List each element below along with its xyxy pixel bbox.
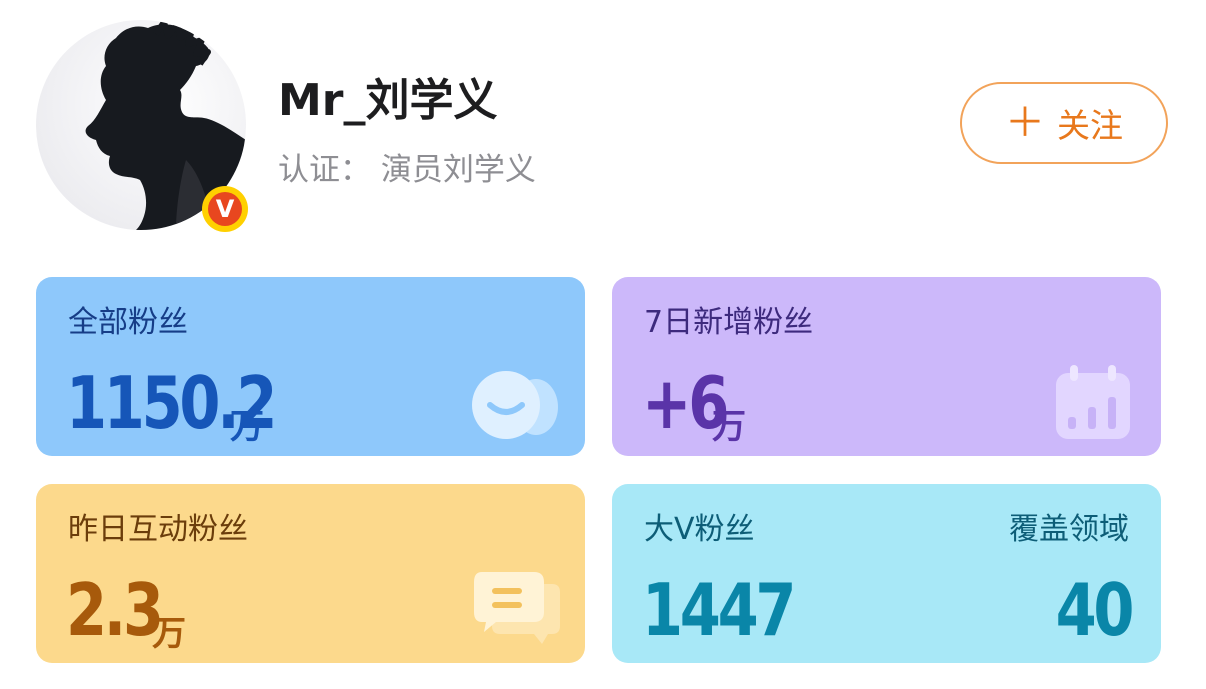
coverage-label: 覆盖领域: [1009, 512, 1129, 547]
bigv-fans-label: 大V粉丝: [644, 512, 755, 547]
bigv-fans-card[interactable]: 大V粉丝 覆盖领域 1447 40: [612, 484, 1161, 663]
total-fans-card[interactable]: 全部粉丝 1150.2 万: [36, 277, 585, 456]
verified-badge: V: [202, 186, 248, 232]
profile-name: Mr_刘学义: [278, 75, 498, 126]
verification-text: 认证： 演员刘学义: [278, 152, 536, 188]
new-fans-7d-label: 7日新增粉丝: [644, 305, 814, 340]
total-fans-unit: 万: [230, 407, 264, 447]
active-fans-card[interactable]: 昨日互动粉丝 2.3 万: [36, 484, 585, 663]
follow-button-label: 关注: [1057, 106, 1123, 145]
plus-icon: ＋: [1005, 100, 1045, 146]
bigv-fans-value: 1447: [642, 568, 796, 652]
verified-v-icon: V: [208, 192, 242, 226]
calendar-chart-icon: [1056, 365, 1130, 439]
chat-bubble-icon: [474, 572, 560, 644]
active-fans-unit: 万: [152, 614, 186, 654]
active-fans-value: 2.3: [66, 568, 164, 652]
follow-button[interactable]: ＋ 关注: [960, 82, 1168, 164]
coverage-value: 40: [1055, 568, 1134, 652]
smile-faces-icon: [472, 371, 558, 439]
active-fans-label: 昨日互动粉丝: [68, 512, 248, 547]
total-fans-label: 全部粉丝: [68, 305, 188, 340]
new-fans-7d-card[interactable]: 7日新增粉丝 +6 万: [612, 277, 1161, 456]
new-fans-7d-unit: 万: [712, 407, 746, 447]
